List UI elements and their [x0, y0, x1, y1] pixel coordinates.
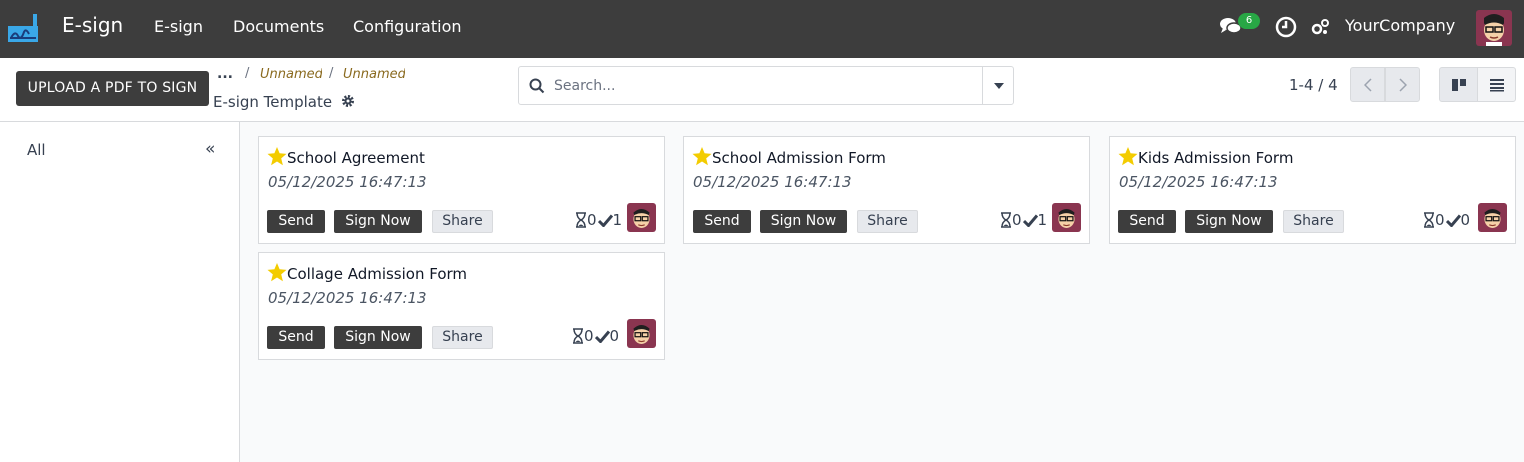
gear-icon[interactable] — [341, 94, 355, 108]
hourglass-icon — [576, 212, 586, 228]
control-panel: UPLOAD A PDF TO SIGN ... / Unnamed / Unn… — [0, 58, 1524, 122]
card-stats: 0 1 — [1000, 211, 1047, 229]
kanban-card[interactable]: Kids Admission Form 05/12/2025 16:47:13 … — [1109, 136, 1516, 244]
send-button[interactable]: Send — [693, 210, 751, 233]
search-options-toggle[interactable] — [982, 67, 1014, 104]
main-navbar: E-sign E-sign Documents Configuration 6 … — [0, 0, 1524, 58]
avatar — [1052, 203, 1081, 232]
favorite-star-icon[interactable] — [267, 263, 287, 282]
card-date: 05/12/2025 16:47:13 — [1119, 173, 1278, 191]
breadcrumb-more[interactable]: ... — [217, 66, 233, 82]
pager-next-button[interactable] — [1385, 67, 1420, 102]
card-stats: 0 0 — [1423, 211, 1470, 229]
card-title: School Agreement — [287, 149, 425, 167]
sign-now-button[interactable]: Sign Now — [1185, 210, 1273, 233]
waiting-count: 0 — [1435, 211, 1445, 229]
send-button[interactable]: Send — [1118, 210, 1176, 233]
kanban-card[interactable]: Collage Admission Form 05/12/2025 16:47:… — [258, 252, 665, 360]
caret-down-icon — [993, 82, 1004, 89]
card-title: School Admission Form — [712, 149, 886, 167]
share-button[interactable]: Share — [432, 326, 493, 349]
share-button[interactable]: Share — [432, 210, 493, 233]
signed-count: 0 — [609, 327, 620, 345]
menu-documents[interactable]: Documents — [233, 17, 324, 36]
breadcrumb-current: E-sign Template — [213, 93, 333, 111]
list-view-button[interactable] — [1477, 67, 1516, 102]
pager-previous-button[interactable] — [1350, 67, 1385, 102]
hourglass-icon — [1001, 212, 1011, 228]
avatar — [627, 319, 656, 348]
card-date: 05/12/2025 16:47:13 — [268, 289, 427, 307]
activity-clock-icon[interactable] — [1275, 16, 1297, 38]
send-button[interactable]: Send — [267, 326, 325, 349]
signed-count: 0 — [1460, 211, 1471, 229]
breadcrumb-separator: / — [245, 66, 250, 81]
upload-pdf-button[interactable]: UPLOAD A PDF TO SIGN — [16, 71, 209, 106]
card-stats: 0 1 — [575, 211, 622, 229]
check-icon — [594, 330, 610, 343]
app-name[interactable]: E-sign — [62, 13, 123, 37]
company-switcher[interactable]: YourCompany — [1345, 16, 1455, 35]
hourglass-icon — [1424, 212, 1434, 228]
search-bar — [518, 66, 1014, 105]
messages-badge: 6 — [1238, 13, 1260, 29]
user-avatar[interactable] — [1476, 10, 1512, 46]
esign-app-icon[interactable] — [6, 12, 40, 44]
sign-now-button[interactable]: Sign Now — [760, 210, 847, 233]
favorite-star-icon[interactable] — [1118, 147, 1138, 166]
settings-gears-icon[interactable] — [1311, 17, 1331, 37]
hourglass-icon — [573, 328, 583, 344]
chevron-left-icon — [1363, 77, 1372, 92]
kanban-icon — [1451, 78, 1466, 91]
pager-value[interactable]: 1-4 / 4 — [1289, 76, 1338, 94]
list-icon — [1489, 78, 1504, 91]
card-title: Kids Admission Form — [1138, 149, 1294, 167]
share-button[interactable]: Share — [857, 210, 918, 233]
check-icon — [597, 214, 613, 227]
chevron-right-icon — [1398, 77, 1407, 92]
breadcrumb-link-1[interactable]: Unnamed — [260, 67, 322, 82]
check-icon — [1445, 214, 1461, 227]
waiting-count: 0 — [587, 211, 597, 229]
waiting-count: 0 — [1012, 211, 1022, 229]
sidebar-fold-button[interactable]: « — [205, 139, 215, 159]
filter-sidebar: All « — [0, 122, 240, 462]
signed-count: 1 — [612, 211, 623, 229]
waiting-count: 0 — [584, 327, 594, 345]
breadcrumb-link-2[interactable]: Unnamed — [343, 67, 405, 82]
favorite-star-icon[interactable] — [692, 147, 712, 166]
sign-now-button[interactable]: Sign Now — [334, 210, 422, 233]
breadcrumb-separator: / — [329, 66, 334, 81]
card-date: 05/12/2025 16:47:13 — [268, 173, 427, 191]
signed-count: 1 — [1037, 211, 1048, 229]
avatar — [1478, 203, 1507, 232]
sign-now-button[interactable]: Sign Now — [334, 326, 422, 349]
kanban-card[interactable]: School Agreement 05/12/2025 16:47:13 Sen… — [258, 136, 665, 244]
search-icon[interactable] — [529, 78, 545, 94]
card-date: 05/12/2025 16:47:13 — [693, 173, 852, 191]
kanban-view-button[interactable] — [1439, 67, 1478, 102]
favorite-star-icon[interactable] — [267, 147, 287, 166]
kanban-card[interactable]: School Admission Form 05/12/2025 16:47:1… — [683, 136, 1090, 244]
card-stats: 0 0 — [572, 327, 619, 345]
share-button[interactable]: Share — [1283, 210, 1344, 233]
avatar — [627, 203, 656, 232]
search-input[interactable] — [554, 76, 974, 96]
menu-configuration[interactable]: Configuration — [353, 17, 462, 36]
check-icon — [1022, 214, 1038, 227]
menu-esign[interactable]: E-sign — [154, 17, 203, 36]
card-title: Collage Admission Form — [287, 265, 468, 283]
sidebar-item-all[interactable]: All — [27, 141, 46, 159]
send-button[interactable]: Send — [267, 210, 325, 233]
